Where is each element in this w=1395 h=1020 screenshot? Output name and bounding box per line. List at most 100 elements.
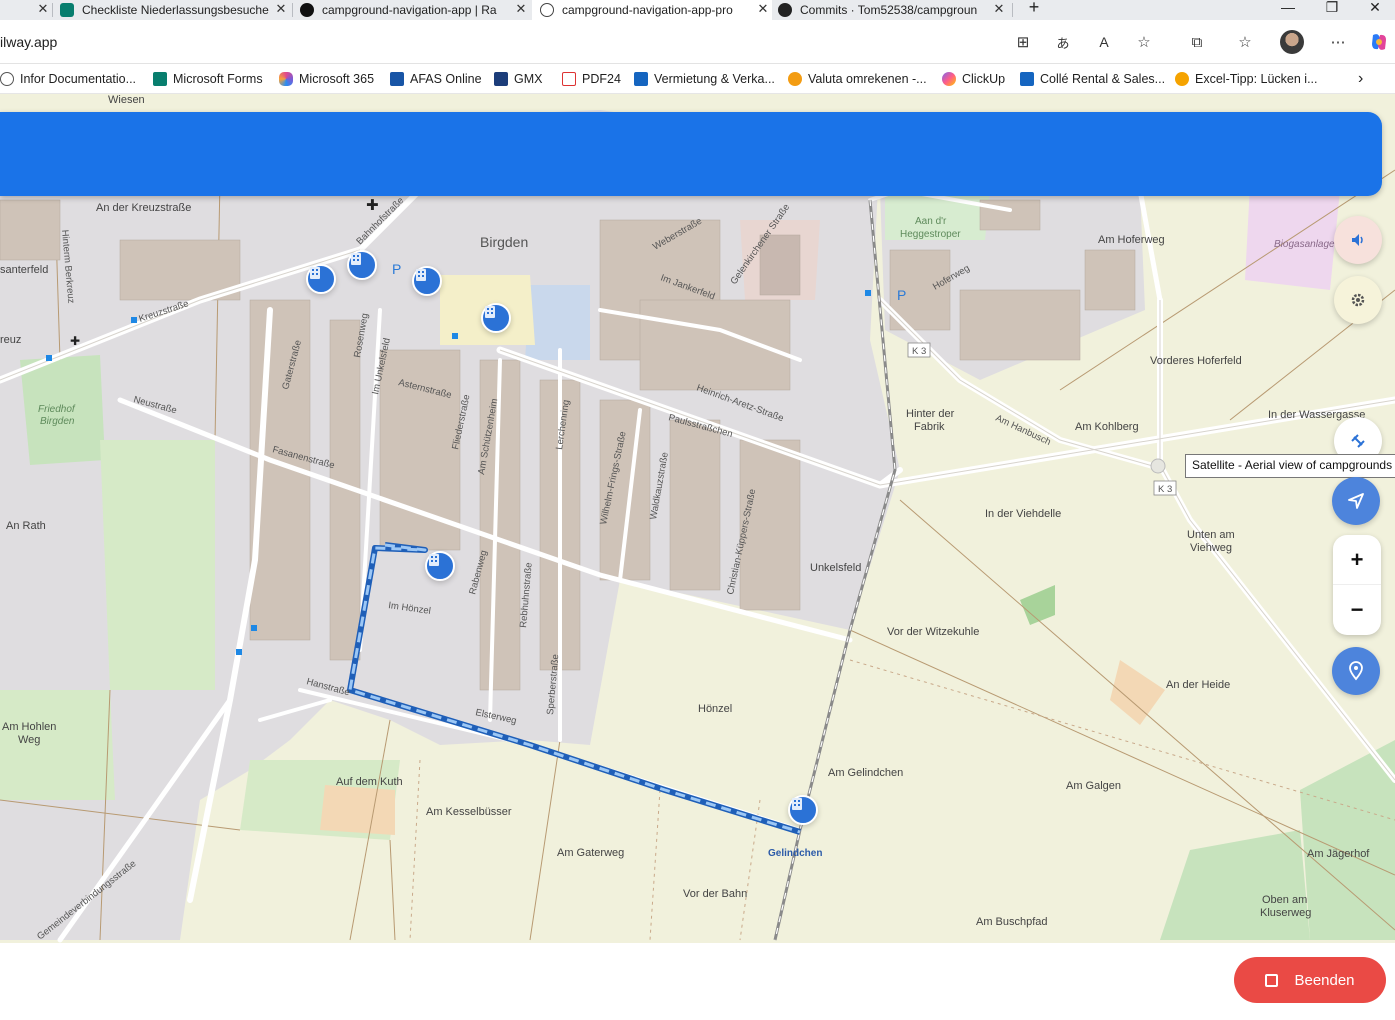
bookmark-forms[interactable]: Microsoft Forms	[153, 70, 263, 88]
bookmark-label: GMX	[514, 72, 543, 86]
map-view[interactable]: Wiesen An der Kreuzstraße Birgden Aan d'…	[0, 94, 1395, 943]
close-window-button[interactable]: ✕	[1355, 0, 1395, 20]
forms-icon	[153, 72, 167, 86]
tab-strip: ✕ Checkliste Niederlassungsbesuche ✕ cam…	[0, 0, 1395, 20]
campground-marker[interactable]	[481, 303, 511, 333]
bookmark-vermietung[interactable]: Vermietung & Verka...	[634, 70, 775, 88]
bookmark-afas[interactable]: AFAS Online	[390, 70, 482, 88]
forms-favicon-icon	[60, 3, 74, 17]
campground-marker[interactable]	[425, 551, 455, 581]
bookmark-label: PDF24	[582, 72, 621, 86]
more-menu-icon[interactable]: ⋯	[1327, 31, 1349, 53]
map-label: Fabrik	[914, 421, 945, 433]
bookmark-gmx[interactable]: GMX	[494, 70, 542, 88]
church-icon: ✚	[366, 196, 379, 214]
tab-separator	[1012, 3, 1013, 17]
end-navigation-button[interactable]: Beenden	[1234, 957, 1386, 1003]
map-label: Hinter der	[906, 408, 955, 420]
tab-railway[interactable]: campground-navigation-app | Ra ✕	[300, 0, 530, 20]
map-label: Viehweg	[1190, 542, 1232, 554]
tab-close-icon[interactable]: ✕	[512, 0, 530, 20]
map-label: Auf dem Kuth	[336, 776, 403, 788]
bookmark-m365[interactable]: Microsoft 365	[279, 70, 374, 88]
maximize-button[interactable]: ❐	[1312, 0, 1352, 20]
map-label: Am Gelindchen	[828, 767, 903, 779]
read-aloud-icon[interactable]: A	[1093, 31, 1115, 53]
tab-close-icon[interactable]: ✕	[754, 0, 772, 20]
map-label: Kluserweg	[1260, 907, 1311, 919]
bookmark-label: Excel-Tipp: Lücken i...	[1195, 72, 1318, 86]
tab-campground-app[interactable]: campground-navigation-app-pro ✕	[532, 0, 772, 20]
road-ref-k3: K 3	[1153, 480, 1177, 496]
new-tab-button[interactable]: +	[1014, 0, 1054, 20]
address-bar: ilway.app ⊞ あ A ☆ ⧉ ☆ ⋯	[0, 20, 1395, 64]
destination-campground-marker[interactable]	[788, 795, 818, 825]
map-label: Am Kesselbüsser	[426, 806, 512, 818]
excel-tipp-icon	[1175, 72, 1189, 86]
map-label: An Rath	[6, 520, 46, 532]
valuta-icon	[788, 72, 802, 86]
bookmark-label: ClickUp	[962, 72, 1006, 86]
clickup-icon	[942, 72, 956, 86]
stop-icon	[1265, 973, 1279, 987]
globe-favicon-icon	[540, 3, 554, 17]
tab-close-icon[interactable]: ✕	[34, 0, 52, 20]
campground-marker[interactable]	[306, 264, 336, 294]
minimize-button[interactable]: —	[1268, 0, 1308, 20]
profile-avatar[interactable]	[1280, 30, 1304, 54]
tab-0[interactable]: ✕	[0, 0, 52, 20]
bookmark-label: Microsoft Forms	[173, 72, 263, 86]
globe-icon	[0, 72, 14, 86]
map-label: santerfeld	[0, 264, 48, 276]
bookmark-valuta[interactable]: Valuta omrekenen -...	[788, 70, 927, 88]
bookmark-colle[interactable]: Collé Rental & Sales...	[1020, 70, 1165, 88]
map-label: Am Galgen	[1066, 780, 1121, 792]
map-label: Vor der Bahn	[683, 888, 747, 900]
gear-icon[interactable]	[1334, 276, 1382, 324]
map-label: Biogasanlage	[1274, 239, 1335, 250]
zoom-in-button[interactable]: +	[1333, 535, 1381, 585]
tab-title: Commits · Tom52538/campgroun	[800, 3, 978, 17]
campground-marker[interactable]	[412, 266, 442, 296]
bookmark-excel-tipp[interactable]: Excel-Tipp: Lücken i...	[1175, 70, 1318, 88]
map-label: Birgden	[480, 234, 528, 250]
bookmark-clickup[interactable]: ClickUp	[942, 70, 1005, 88]
url-field[interactable]: ilway.app	[0, 34, 57, 50]
map-label: Weg	[18, 734, 40, 746]
navigation-arrow-icon[interactable]	[1332, 477, 1380, 525]
bookmark-pdf24[interactable]: PDF24	[562, 70, 621, 88]
favorites-icon[interactable]: ☆	[1234, 31, 1256, 53]
translate-icon[interactable]: あ	[1052, 31, 1074, 53]
tab-separator	[52, 3, 53, 17]
volume-icon[interactable]	[1334, 216, 1382, 264]
bookmark-label: Collé Rental & Sales...	[1040, 72, 1166, 86]
map-label: Am Jägerhof	[1307, 848, 1370, 860]
bookmarks-more-chevron-icon[interactable]: ›	[1358, 70, 1363, 88]
app-available-icon[interactable]: ⊞	[1012, 31, 1034, 53]
tab-close-icon[interactable]: ✕	[990, 0, 1008, 20]
road-ref-k3: K 3	[907, 342, 931, 358]
location-pin-icon[interactable]	[1332, 647, 1380, 695]
colle-icon	[634, 72, 648, 86]
map-label: Oben am	[1262, 894, 1307, 906]
map-label: Friedhof	[38, 404, 76, 415]
navigation-instruction-banner	[0, 112, 1382, 196]
tab-close-icon[interactable]: ✕	[272, 0, 290, 20]
tab-checkliste[interactable]: Checkliste Niederlassungsbesuche ✕	[60, 0, 290, 20]
bookmark-label: Valuta omrekenen -...	[808, 72, 927, 86]
map-label: Am Buschpfad	[976, 916, 1048, 928]
tab-github-commits[interactable]: Commits · Tom52538/campgroun ✕	[778, 0, 1008, 20]
copilot-icon[interactable]	[1368, 31, 1390, 53]
map-label: Hönzel	[698, 703, 732, 715]
bookmark-infor[interactable]: Infor Documentatio...	[0, 70, 136, 88]
map-label: Am Kohlberg	[1075, 421, 1139, 433]
campground-marker[interactable]	[347, 250, 377, 280]
parking-icon: P	[392, 261, 401, 277]
tab-title: campground-navigation-app | Ra	[322, 3, 497, 17]
zoom-out-button[interactable]: −	[1333, 585, 1381, 635]
bookmarks-bar: Infor Documentatio... Microsoft Forms Mi…	[0, 64, 1395, 94]
pdf24-icon	[562, 72, 576, 86]
extensions-icon[interactable]: ⧉	[1186, 31, 1208, 53]
gmx-icon	[494, 72, 508, 86]
favorite-star-icon[interactable]: ☆	[1133, 31, 1155, 53]
